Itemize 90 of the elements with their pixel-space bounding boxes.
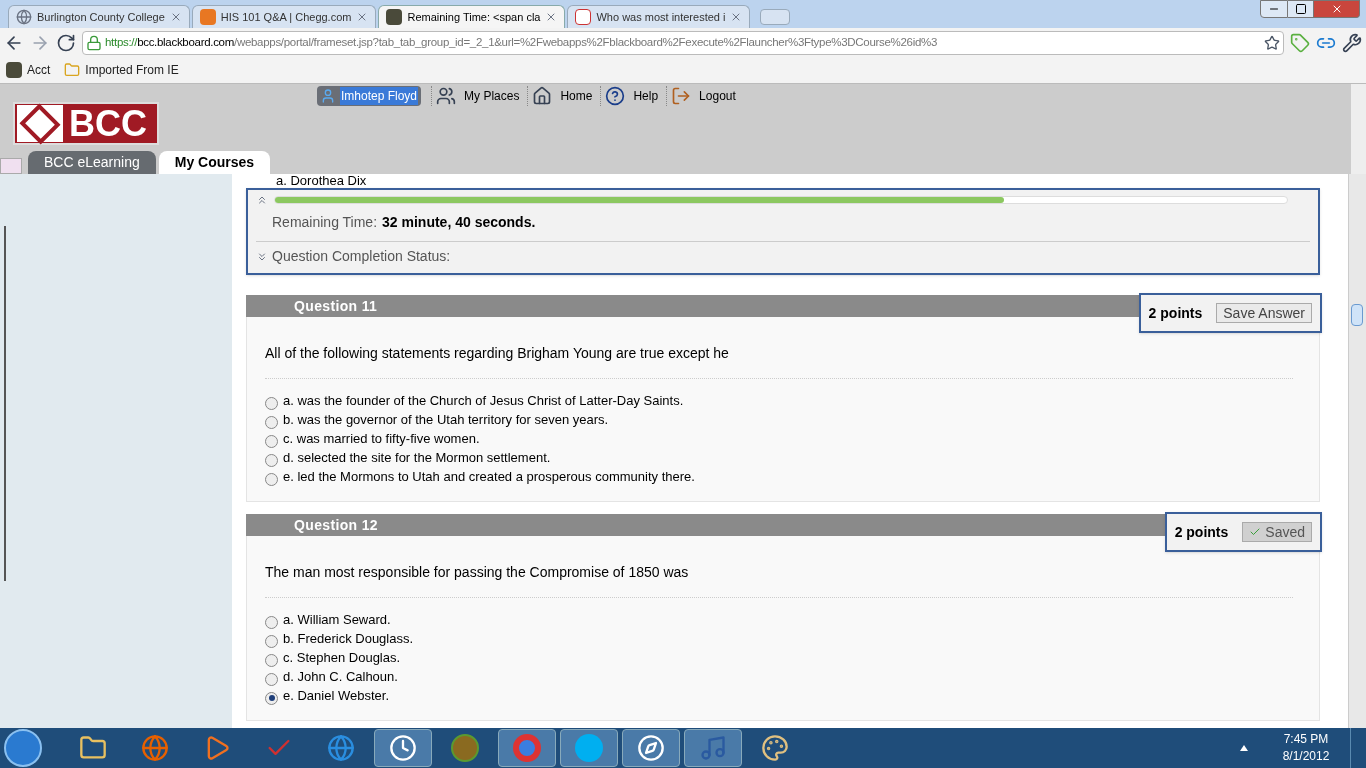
question-text: All of the following statements regarding Brigham Young are true except he [265, 345, 729, 361]
browser-tab[interactable]: Burlington County College [8, 5, 190, 28]
folder-icon [64, 62, 81, 78]
reload-icon[interactable] [56, 32, 76, 53]
radio-button[interactable] [265, 634, 278, 648]
url-text: https://bcc.blackboard.com/webapps/portal/frameset.jsp?tab_tab_group_id=_2_1&url=%2Fwebapps%2Fblackboard%2Fexecute%2Flauncher%3Ftype%3DCourse%26id%3 [105, 34, 939, 50]
check-icon [1249, 526, 1262, 538]
nav-link[interactable]: Home [527, 86, 601, 106]
save-button[interactable]: Saved [1242, 522, 1312, 542]
settings-icon[interactable] [1342, 32, 1362, 53]
browser-tab[interactable]: Who was most interested i [567, 5, 751, 28]
tab-title: Burlington County College [37, 9, 165, 25]
option-text: d. John C. Calhoun. [283, 668, 398, 687]
radio-button[interactable] [265, 396, 278, 410]
browser-tab[interactable]: Remaining Time: <span cla [378, 5, 566, 28]
start-button[interactable] [4, 729, 42, 767]
option-text: a. was the founder of the Church of Jesus Christ of Latter-Day Saints. [283, 392, 684, 411]
timer-label: Remaining Time: [272, 213, 378, 232]
logo-mark-icon [17, 105, 63, 142]
course-tab[interactable]: My Courses [158, 151, 271, 174]
status-label: Question Completion Status: [272, 247, 451, 266]
user-icon [320, 88, 336, 104]
browser-tab[interactable]: HIS 101 Q&A | Chegg.com [191, 5, 377, 28]
option-text: b. Frederick Douglass. [283, 630, 414, 649]
tab-favicon-icon [6, 62, 22, 78]
taskbar-app-button[interactable] [684, 729, 742, 767]
nav-link[interactable]: My Places [431, 86, 528, 106]
option-text: e. led the Mormons to Utah and created a prosperous community there. [283, 468, 695, 487]
taskbar-app-button[interactable] [374, 729, 432, 767]
radio-button[interactable] [265, 434, 278, 448]
user-button[interactable]: Imhotep Floyd [317, 86, 422, 106]
timer-value: 32 minute, 40 seconds. [382, 213, 536, 232]
folder-icon [79, 734, 107, 762]
tag-icon[interactable] [1290, 32, 1310, 53]
music-note-icon [699, 734, 727, 762]
save-button[interactable]: Save Answer [1216, 303, 1312, 323]
clock-date: 8/1/2012 [1282, 748, 1330, 765]
palette-icon [761, 734, 789, 762]
help-icon [605, 86, 626, 106]
tray-arrow-icon[interactable] [1240, 745, 1248, 751]
radio-button[interactable] [265, 472, 278, 486]
globe-icon [327, 734, 355, 762]
nav-link[interactable]: Logout [666, 86, 744, 106]
option-text: c. Stephen Douglas. [283, 649, 401, 668]
restore-button[interactable] [1288, 0, 1314, 18]
scrollbar[interactable] [1350, 84, 1366, 174]
tab-title: Remaining Time: <span cla [407, 9, 541, 25]
people-icon [436, 86, 457, 106]
compass-icon [637, 734, 665, 762]
option-text: c. was married to fifty-five women. [283, 430, 480, 449]
logo-text: BCC [69, 105, 147, 142]
tab-title: HIS 101 Q&A | Chegg.com [220, 9, 352, 25]
option-text: a. Dorothea Dix [276, 174, 367, 188]
radio-button[interactable] [265, 672, 278, 686]
door-icon [671, 86, 692, 106]
radio-button[interactable] [265, 415, 278, 429]
tab-favicon-icon [575, 9, 592, 25]
radio-button[interactable] [265, 615, 278, 629]
taskbar-app-button[interactable] [498, 729, 556, 767]
nav-link[interactable]: Help [600, 86, 667, 106]
expand-icon[interactable] [256, 250, 268, 263]
radio-button[interactable] [265, 653, 278, 667]
radio-button[interactable] [265, 453, 278, 467]
star-icon[interactable] [1264, 34, 1280, 51]
scrollbar[interactable] [1348, 174, 1366, 728]
tab-title: Who was most interested i [596, 9, 726, 25]
taskbar-app-button[interactable] [622, 729, 680, 767]
collapse-icon[interactable] [256, 194, 268, 206]
tab-favicon-icon [199, 9, 216, 25]
globe-icon [141, 734, 169, 762]
option-text: a. William Seward. [283, 611, 391, 630]
option-text: e. Daniel Webster. [283, 687, 389, 706]
bookmark[interactable]: Acct [6, 61, 51, 79]
logo[interactable]: BCC [13, 102, 159, 145]
globe-icon [16, 9, 32, 25]
question-text: The man most responsible for passing the Compromise of 1850 was [265, 564, 689, 580]
bookmark[interactable]: Imported From IE [64, 61, 179, 79]
tab-favicon-icon [386, 9, 403, 25]
clock-icon [389, 734, 417, 762]
course-tab[interactable]: BCC eLearning [28, 151, 156, 174]
lock-icon [86, 34, 102, 51]
house-icon [532, 86, 553, 106]
option-text: b. was the governor of the Utah territory for seven years. [283, 411, 609, 430]
restore-icon [1294, 3, 1307, 15]
new-tab-button[interactable] [760, 9, 791, 25]
address-bar[interactable]: https://bcc.blackboard.com/webapps/portal/frameset.jsp?tab_tab_group_id=_2_1&url=%2Fwebapps%2Fblackboard%2Fexecute%2Flauncher%3Ftype%3DCourse%26id%3 [82, 30, 1284, 55]
clock-time: 7:45 PM [1283, 731, 1329, 748]
option-text: d. selected the site for the Mormon settlement. [283, 449, 551, 468]
radio-button[interactable] [265, 691, 278, 705]
minimize-button[interactable] [1260, 0, 1288, 18]
